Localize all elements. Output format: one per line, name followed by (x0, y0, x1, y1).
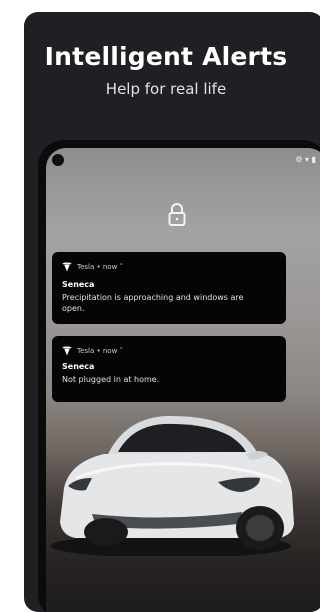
padlock-icon (168, 203, 186, 226)
notification-body: Not plugged in at home. (62, 375, 160, 384)
notification-header: Tesla • now ˅ (62, 262, 123, 272)
notification-title: Seneca (62, 280, 95, 289)
notification-header: Tesla • now ˅ (62, 346, 123, 356)
status-bar-icons: ⚙ ▾ ▮ (295, 155, 316, 164)
notification-card[interactable]: Tesla • now ˅ Seneca Precipitation is ap… (52, 252, 286, 324)
promo-card: Intelligent Alerts Help for real life ⚙ … (24, 12, 320, 612)
notification-source: Tesla • now ˅ (77, 263, 124, 271)
phone-mockup: ⚙ ▾ ▮ Tesla • now ˅ Seneca Precipitation… (38, 140, 320, 612)
notification-source: Tesla • now ˅ (77, 347, 124, 355)
notification-body: Precipitation is approaching and windows… (62, 293, 244, 313)
car-image (51, 415, 294, 556)
tesla-logo-icon (62, 262, 72, 272)
promo-title: Intelligent Alerts (44, 42, 288, 71)
promo-subtitle: Help for real life (105, 80, 227, 98)
tesla-logo-icon (62, 346, 72, 356)
notification-title: Seneca (62, 362, 95, 371)
lock-screen: ⚙ ▾ ▮ Tesla • now ˅ Seneca Precipitation… (46, 148, 320, 612)
camera-cutout (52, 154, 64, 166)
notification-card[interactable]: Tesla • now ˅ Seneca Not plugged in at h… (52, 336, 286, 402)
